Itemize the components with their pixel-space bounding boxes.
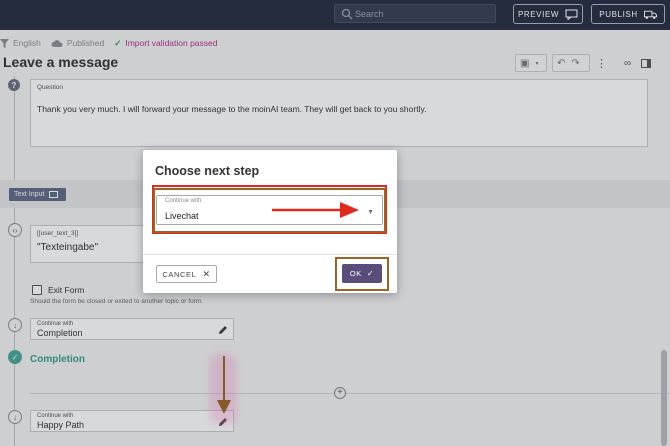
red-annotation-arrow <box>272 202 359 218</box>
dialog-divider <box>143 254 397 255</box>
dialog-title: Choose next step <box>155 164 260 178</box>
cancel-button[interactable]: CANCEL ✕ <box>156 265 217 283</box>
cancel-label: CANCEL <box>162 269 197 279</box>
brown-highlight-box-ok <box>335 257 389 291</box>
topbar-overlay <box>0 0 670 30</box>
close-icon: ✕ <box>202 268 211 279</box>
